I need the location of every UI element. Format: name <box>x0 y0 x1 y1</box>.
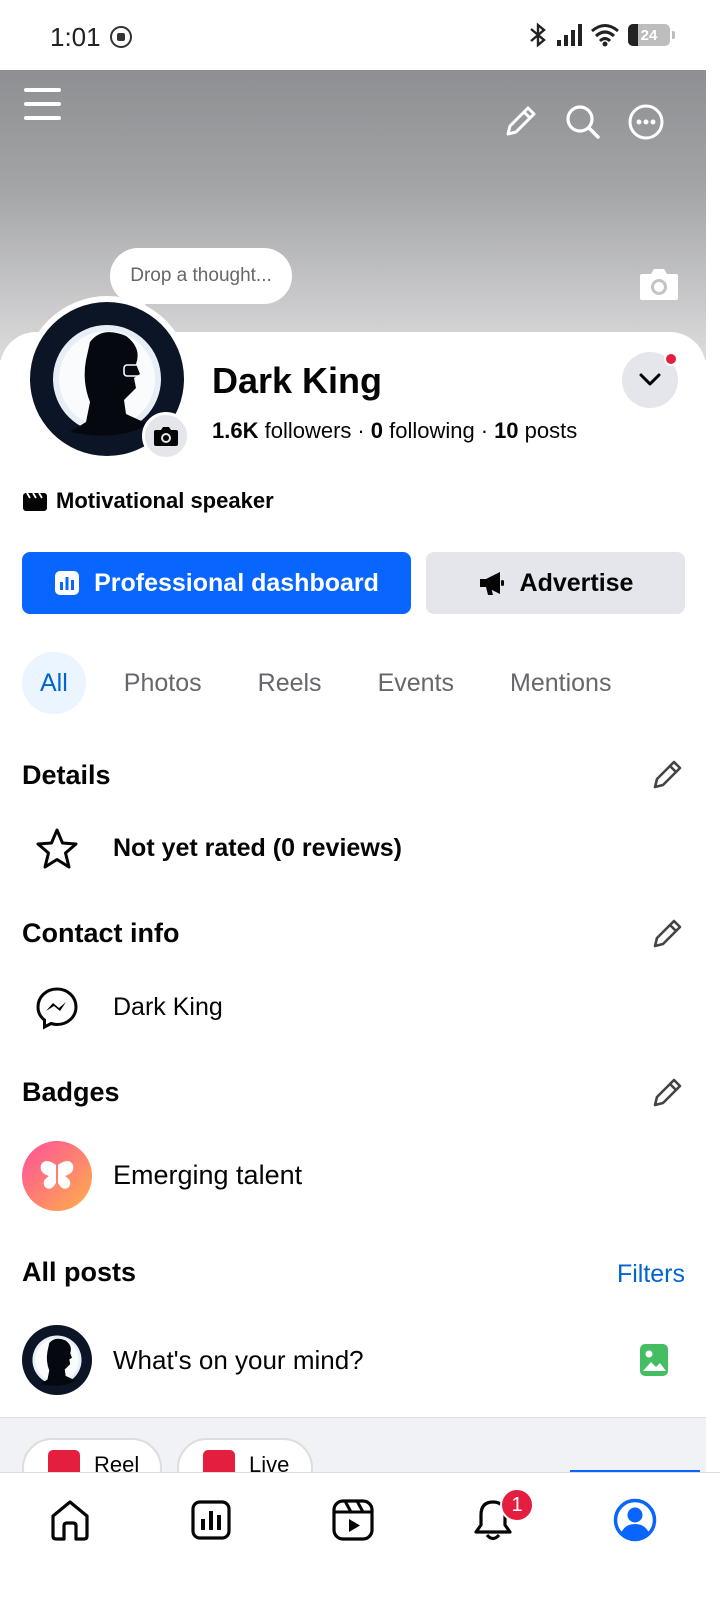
reel-icon <box>48 1450 80 1472</box>
reel-chip-label: Reel <box>94 1452 140 1472</box>
cover-camera-icon[interactable] <box>638 266 680 302</box>
profile-icon <box>613 1498 657 1542</box>
edit-badges-icon[interactable] <box>650 1076 684 1110</box>
composer-input[interactable]: What's on your mind? <box>113 1345 364 1376</box>
all-posts-title: All posts <box>22 1257 137 1287</box>
photo-icon[interactable] <box>639 1343 669 1377</box>
nav-reels[interactable] <box>318 1495 388 1545</box>
screen-record-icon <box>110 26 132 48</box>
edit-profile-icon[interactable] <box>502 104 538 140</box>
filters-button[interactable]: Filters <box>617 1260 685 1289</box>
posts-count: 10 <box>494 418 519 443</box>
badges-title: Badges <box>22 1077 120 1107</box>
followers-label[interactable]: followers <box>265 418 352 443</box>
notification-count-badge: 1 <box>500 1488 534 1522</box>
bio-text: Motivational speaker <box>56 488 274 513</box>
tab-mentions[interactable]: Mentions <box>492 652 629 714</box>
following-label[interactable]: following <box>389 418 475 443</box>
rating-text: Not yet rated (0 reviews) <box>113 834 402 862</box>
status-time: 1:01 <box>50 22 101 52</box>
home-icon <box>51 1500 89 1541</box>
wifi-icon <box>591 24 619 47</box>
bio: Motivational speaker <box>22 488 274 514</box>
megaphone-icon <box>479 572 504 595</box>
chevron-down-icon <box>639 373 661 386</box>
posts-label: posts <box>524 418 578 443</box>
professional-dashboard-button[interactable]: Professional dashboard <box>22 552 411 614</box>
signal-icon <box>557 24 582 46</box>
clapperboard-icon <box>23 492 47 511</box>
composer-avatar[interactable] <box>22 1325 92 1395</box>
messenger-icon <box>22 985 92 1031</box>
star-icon <box>22 826 92 872</box>
avatar-camera-button[interactable] <box>142 412 190 460</box>
menu-icon[interactable] <box>24 86 62 122</box>
edit-contact-icon[interactable] <box>650 917 684 951</box>
tab-photos[interactable]: Photos <box>106 652 220 714</box>
more-options-icon[interactable] <box>627 103 665 141</box>
bluetooth-icon <box>530 22 546 48</box>
profile-stats: 1.6K followers · 0 following · 10 posts <box>212 418 578 443</box>
reel-chip[interactable]: Reel <box>22 1438 162 1472</box>
following-count[interactable]: 0 <box>371 418 383 443</box>
advertise-label: Advertise <box>519 568 634 597</box>
edit-details-icon[interactable] <box>650 758 684 792</box>
advertise-button[interactable]: Advertise <box>426 552 685 614</box>
search-icon[interactable] <box>565 104 601 140</box>
thought-bubble[interactable]: Drop a thought... <box>110 248 292 304</box>
live-chip-label: Live <box>249 1452 290 1472</box>
battery-icon: 24 <box>628 24 675 46</box>
dashboard-icon <box>55 571 80 595</box>
profile-name: Dark King <box>212 360 383 401</box>
camera-icon <box>154 427 178 446</box>
nav-dashboard[interactable] <box>176 1495 246 1545</box>
profile-tabs: All Photos Reels Events Mentions <box>22 652 649 714</box>
details-title: Details <box>22 760 111 790</box>
professional-dashboard-label: Professional dashboard <box>94 568 379 597</box>
tab-events[interactable]: Events <box>360 652 472 714</box>
notification-dot <box>664 352 678 366</box>
live-icon <box>203 1450 235 1472</box>
emerging-talent-badge-icon[interactable] <box>22 1141 92 1211</box>
tab-all[interactable]: All <box>22 652 86 714</box>
status-bar: 1:01 24 <box>0 0 720 70</box>
messenger-name[interactable]: Dark King <box>113 993 223 1022</box>
dashboard-icon <box>191 1500 231 1540</box>
contact-info-title: Contact info <box>22 918 180 948</box>
reels-icon <box>332 1499 374 1541</box>
badge-name[interactable]: Emerging talent <box>113 1160 302 1191</box>
nav-profile[interactable] <box>600 1495 670 1545</box>
bottom-nav <box>0 1472 720 1600</box>
followers-count[interactable]: 1.6K <box>212 418 258 443</box>
composer-shortcuts: Reel Live <box>0 1417 706 1472</box>
tab-reels[interactable]: Reels <box>240 652 340 714</box>
nav-home[interactable] <box>35 1495 105 1545</box>
battery-level: 24 <box>640 26 658 44</box>
live-chip[interactable]: Live <box>177 1438 313 1472</box>
status-icons: 24 <box>527 22 675 48</box>
